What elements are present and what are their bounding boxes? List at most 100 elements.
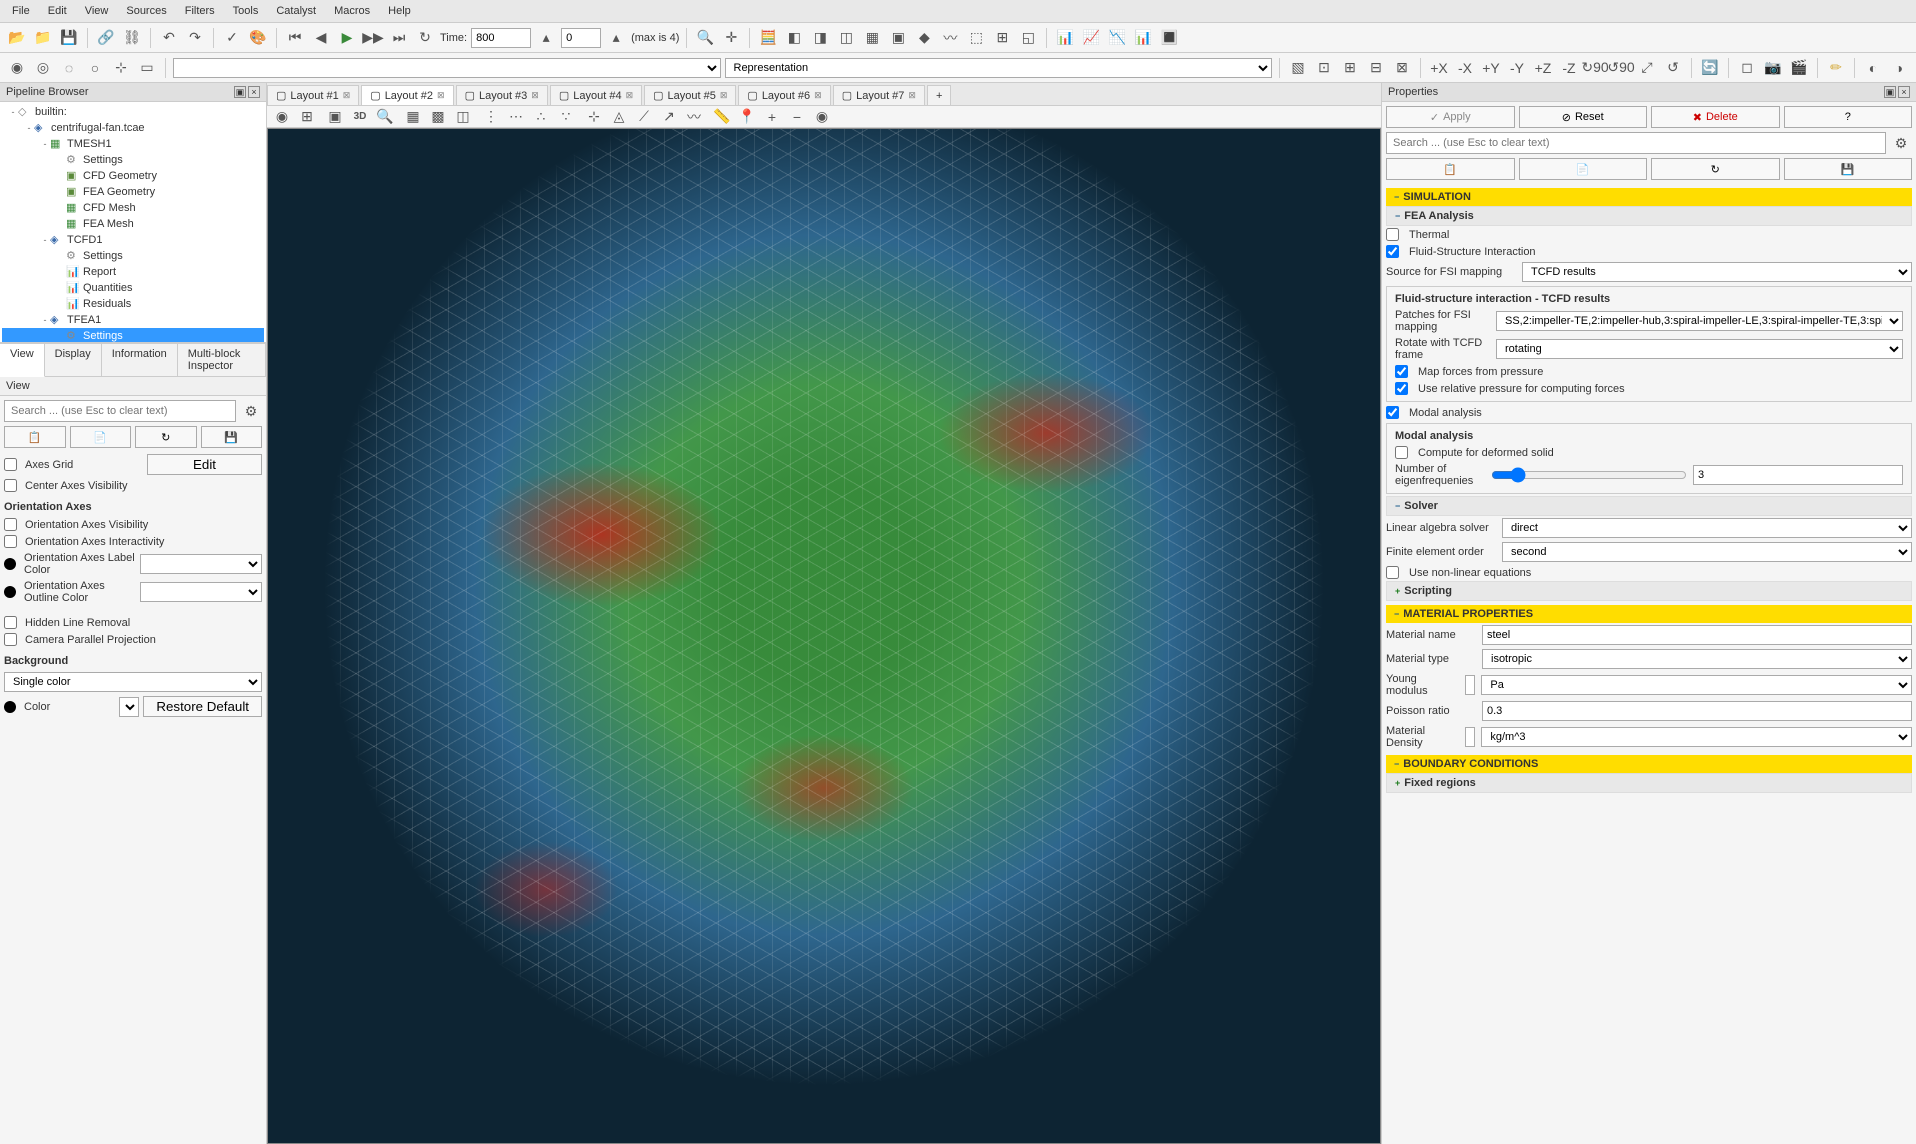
edge3-icon[interactable]: ⊟: [1365, 57, 1387, 79]
close-tab-icon[interactable]: ⊠: [626, 90, 634, 101]
boundary-section[interactable]: −BOUNDARY CONDITIONS: [1386, 755, 1912, 773]
solver-section[interactable]: −Solver: [1386, 496, 1912, 516]
modal-checkbox[interactable]: [1386, 406, 1399, 419]
zoom-icon[interactable]: 🔍: [694, 27, 716, 49]
eye3-icon[interactable]: ◌: [58, 57, 80, 79]
refresh-button[interactable]: ↻: [135, 426, 197, 448]
edge1-icon[interactable]: ⊡: [1313, 57, 1335, 79]
vp-sel1-icon[interactable]: ⋮: [480, 106, 502, 128]
tree-item-tmesh1[interactable]: -▦TMESH1: [2, 136, 264, 152]
view-pz-icon[interactable]: +Z: [1532, 57, 1554, 79]
close-panel-icon[interactable]: ×: [248, 86, 260, 98]
vp-plus-icon[interactable]: +: [761, 106, 783, 128]
vp-sel4-icon[interactable]: ∵: [555, 106, 577, 128]
calculator-icon[interactable]: 🧮: [757, 27, 779, 49]
mat-name-input[interactable]: [1482, 625, 1912, 645]
menu-file[interactable]: File: [4, 2, 38, 20]
young-unit-select[interactable]: Pa: [1481, 675, 1912, 695]
layout-tab-1[interactable]: ▢Layout #1⊠: [267, 85, 359, 105]
render-viewport[interactable]: [267, 128, 1381, 1144]
close-tab-icon[interactable]: ⊠: [531, 90, 539, 101]
props-refresh-button[interactable]: ↻: [1651, 158, 1780, 180]
loop-icon[interactable]: ↻: [414, 27, 436, 49]
extract-sel-icon[interactable]: ◱: [1017, 27, 1039, 49]
menu-macros[interactable]: Macros: [326, 2, 378, 20]
props-paste-button[interactable]: 📄: [1519, 158, 1648, 180]
layout-tab-6[interactable]: ▢Layout #6⊠: [738, 85, 830, 105]
label-color-swatch[interactable]: [4, 558, 16, 570]
thermal-checkbox[interactable]: [1386, 228, 1399, 241]
tree-item-quantities[interactable]: 📊Quantities: [2, 280, 264, 296]
lin-alg-select[interactable]: direct: [1502, 518, 1912, 538]
tree-item-centrifugal-fan-tcae[interactable]: -◈centrifugal-fan.tcae: [2, 120, 264, 136]
chart2-icon[interactable]: 📈: [1080, 27, 1102, 49]
fsi-checkbox[interactable]: [1386, 245, 1399, 258]
rot90p-icon[interactable]: ↻90: [1584, 57, 1606, 79]
vp-icon2[interactable]: ⊞: [296, 106, 318, 128]
edge4-icon[interactable]: ⊠: [1391, 57, 1413, 79]
step-up-icon[interactable]: ▴: [605, 27, 627, 49]
camera-par-checkbox[interactable]: [4, 633, 17, 646]
hidden-line-checkbox[interactable]: [4, 616, 17, 629]
layout-tab-2[interactable]: ▢Layout #2⊠: [361, 85, 453, 105]
view-nz-icon[interactable]: -Z: [1558, 57, 1580, 79]
edit-button[interactable]: Edit: [147, 454, 262, 475]
delete-button[interactable]: ✖Delete: [1651, 106, 1780, 128]
menu-edit[interactable]: Edit: [40, 2, 75, 20]
tree-item-residuals[interactable]: 📊Residuals: [2, 296, 264, 312]
extract-icon[interactable]: ▣: [887, 27, 909, 49]
tree-item-cfd-mesh[interactable]: ▦CFD Mesh: [2, 200, 264, 216]
mat-type-select[interactable]: isotropic: [1482, 649, 1912, 669]
refresh-icon[interactable]: 🔄: [1699, 57, 1721, 79]
pipeline-tree[interactable]: -◇builtin:-◈centrifugal-fan.tcae-▦TMESH1…: [0, 102, 266, 342]
material-section[interactable]: −MATERIAL PROPERTIES: [1386, 605, 1912, 623]
layout-tab-5[interactable]: ▢Layout #5⊠: [644, 85, 736, 105]
close-tab-icon[interactable]: ⊠: [814, 90, 822, 101]
movie-icon[interactable]: 🎬: [1788, 57, 1810, 79]
orient-vis-checkbox[interactable]: [4, 518, 17, 531]
patches-select[interactable]: SS,2:impeller-TE,2:impeller-hub,3:spiral…: [1496, 311, 1903, 331]
tab-information[interactable]: Information: [102, 344, 178, 376]
reset-button[interactable]: ⊘Reset: [1519, 106, 1648, 128]
vp-icon7[interactable]: ◫: [452, 106, 474, 128]
layout-tab-3[interactable]: ▢Layout #3⊠: [456, 85, 548, 105]
zoom-fit-icon[interactable]: ⤢: [1636, 57, 1658, 79]
slice-icon[interactable]: ◫: [835, 27, 857, 49]
glyph-icon[interactable]: ◆: [913, 27, 935, 49]
group-icon[interactable]: ⊞: [991, 27, 1013, 49]
add-layout-tab[interactable]: +: [927, 85, 951, 105]
tree-item-cfd-geometry[interactable]: ▣CFD Geometry: [2, 168, 264, 184]
next-frame-icon[interactable]: ▶▶: [362, 27, 384, 49]
fe-order-select[interactable]: second: [1502, 542, 1912, 562]
camera-icon[interactable]: 📷: [1762, 57, 1784, 79]
rot90n-icon[interactable]: ↺90: [1610, 57, 1632, 79]
tree-item-report[interactable]: 📊Report: [2, 264, 264, 280]
view-py-icon[interactable]: +Y: [1480, 57, 1502, 79]
n-eigen-slider[interactable]: [1491, 467, 1687, 483]
layout-tab-4[interactable]: ▢Layout #4⊠: [550, 85, 642, 105]
tab-display[interactable]: Display: [45, 344, 102, 376]
color-icon[interactable]: ▭: [136, 57, 158, 79]
tree-item-fea-geometry[interactable]: ▣FEA Geometry: [2, 184, 264, 200]
variable-select[interactable]: [173, 58, 721, 78]
simulation-section[interactable]: −SIMULATION: [1386, 188, 1912, 206]
view-search-input[interactable]: [4, 400, 236, 422]
layout-tab-7[interactable]: ▢Layout #7⊠: [833, 85, 925, 105]
axes-icon[interactable]: ⊹: [110, 57, 132, 79]
menu-filters[interactable]: Filters: [177, 2, 223, 20]
reset-cam-icon[interactable]: ↺: [1662, 57, 1684, 79]
menu-sources[interactable]: Sources: [118, 2, 174, 20]
menu-catalyst[interactable]: Catalyst: [268, 2, 324, 20]
view-px-icon[interactable]: +X: [1428, 57, 1450, 79]
help-button[interactable]: ?: [1784, 106, 1913, 128]
props-search-input[interactable]: [1386, 132, 1886, 154]
props-advanced-icon[interactable]: ⚙: [1890, 132, 1912, 154]
close-props-icon[interactable]: ×: [1898, 86, 1910, 98]
contour-icon[interactable]: ◧: [783, 27, 805, 49]
vp-icon1[interactable]: ◉: [271, 106, 293, 128]
time-input[interactable]: [471, 28, 531, 48]
vp-tool1-icon[interactable]: ⊹: [583, 106, 605, 128]
save-icon[interactable]: 💾: [58, 27, 80, 49]
menu-help[interactable]: Help: [380, 2, 419, 20]
close-tab-icon[interactable]: ⊠: [720, 90, 728, 101]
